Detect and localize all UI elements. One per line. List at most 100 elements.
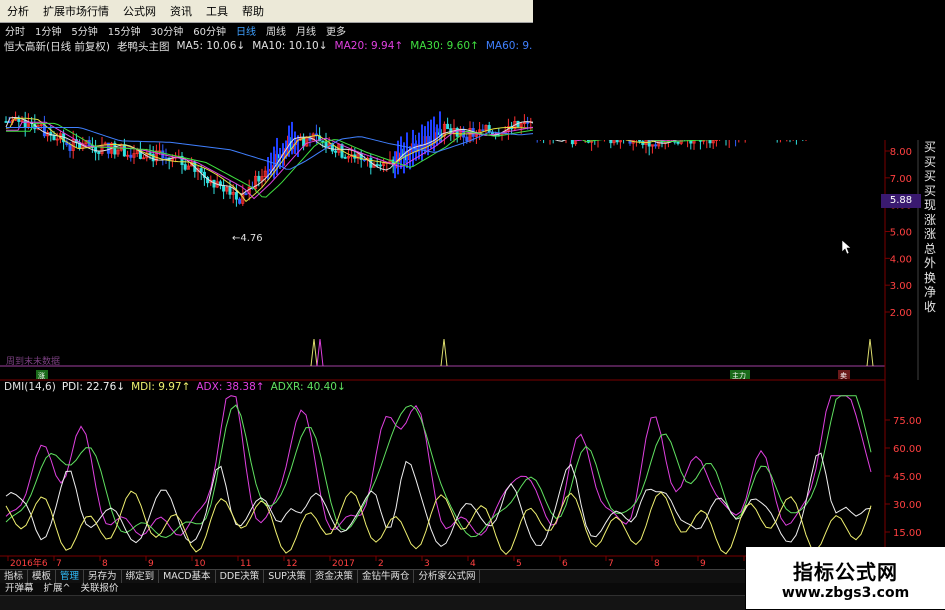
- dmi-tick-label: 75.00: [893, 416, 922, 427]
- dmi-title-bar: DMI(14,6) PDI: 22.76↓ MDI: 9.97↑ ADX: 38…: [4, 381, 346, 395]
- price-tick-label: 8.00: [890, 147, 912, 158]
- date-tick-label: 12: [286, 559, 297, 569]
- indicator-tab-0[interactable]: 指标: [0, 570, 29, 584]
- candle-body: [343, 156, 347, 159]
- indicator-tab-2[interactable]: 管理: [56, 570, 85, 584]
- side-label-11: 收: [923, 299, 936, 314]
- date-tick-label: 6: [562, 559, 568, 569]
- candle-body: [68, 144, 72, 151]
- secondary-tab-1[interactable]: 扩展^: [39, 583, 76, 595]
- side-label-4: 现: [923, 198, 936, 212]
- side-label-3: 买: [923, 183, 936, 198]
- date-tick-label: 8: [654, 559, 660, 569]
- indicator-tab-7[interactable]: SUP决策: [264, 570, 311, 584]
- mouse-cursor-icon: [841, 239, 852, 255]
- candle-body: [183, 164, 187, 170]
- candle-body: [238, 198, 242, 204]
- dmi-pdi: PDI: 22.76↓: [61, 381, 126, 393]
- side-label-2: 买: [923, 169, 936, 183]
- candle-body: [228, 187, 232, 195]
- date-tick-label: 7: [608, 559, 614, 569]
- candle-body: [321, 140, 325, 143]
- candle-body: [526, 121, 530, 124]
- side-label-10: 净: [923, 285, 936, 299]
- candle-body: [94, 147, 98, 153]
- candle-body: [129, 154, 133, 158]
- date-tick-label: 9: [700, 559, 706, 569]
- indicator-tab-4[interactable]: 绑定到: [122, 570, 160, 584]
- indicator-tab-10[interactable]: 分析家公式网: [414, 570, 481, 584]
- date-tick-label: 2: [378, 559, 384, 569]
- candle-body: [257, 175, 261, 182]
- candle-body: [375, 164, 379, 166]
- signal-badge-text: 主力: [732, 371, 746, 380]
- price-tick-label: 4.00: [890, 254, 912, 265]
- dmi-tick-label: 45.00: [893, 472, 922, 483]
- signal-spike: [440, 338, 448, 367]
- indicator-tab-5[interactable]: MACD基本: [159, 570, 216, 584]
- candle-body: [481, 129, 485, 132]
- candle-body: [334, 150, 338, 153]
- dmi-mdi: MDI: 9.97↑: [131, 381, 191, 393]
- date-tick-label: 4: [470, 559, 476, 569]
- side-label-1: 买: [923, 154, 936, 169]
- low-price-label: ←4.76: [232, 233, 263, 244]
- current-price-marker: 5.88: [881, 194, 921, 208]
- candle-body: [244, 193, 248, 195]
- candle-body: [234, 192, 238, 200]
- candle-body: [676, 141, 680, 144]
- mdi-line: [5, 490, 872, 556]
- candle-body: [97, 151, 101, 154]
- candle-body: [487, 125, 491, 133]
- side-label-8: 外: [923, 256, 936, 270]
- indicator-tab-3[interactable]: 另存为: [84, 570, 122, 584]
- candle-body: [122, 144, 126, 157]
- price-tick-label: 3.00: [890, 281, 912, 292]
- price-tick-label: 2.00: [890, 308, 912, 319]
- secondary-tab-2[interactable]: 关联报价: [75, 583, 123, 595]
- price-tick-label: 5.00: [890, 228, 912, 239]
- candle-body: [446, 123, 450, 130]
- indicator-tab-8[interactable]: 资金决策: [311, 570, 358, 584]
- dmi-adx: ADX: 38.38↑: [196, 381, 265, 393]
- indicator-tab-1[interactable]: 模板: [28, 570, 57, 584]
- redacted-area: [533, 0, 945, 140]
- candle-body: [164, 157, 168, 160]
- signal-spike: [316, 338, 324, 367]
- dmi-tick-label: 60.00: [893, 444, 922, 455]
- candle-body: [23, 120, 27, 128]
- side-label-5: 涨: [923, 212, 936, 227]
- signal-badge-text: 涨: [38, 371, 45, 380]
- signal-label: 周到末未数据: [6, 355, 60, 367]
- dmi-tick-label: 30.00: [893, 500, 922, 511]
- secondary-tab-0[interactable]: 开弹幕: [0, 583, 39, 595]
- candle-body: [42, 124, 46, 137]
- dmi-adxr: ADXR: 40.40↓: [270, 381, 346, 393]
- indicator-tab-9[interactable]: 金钻牛两仓: [358, 570, 415, 584]
- date-tick-label: 9: [148, 559, 154, 569]
- dmi-tick-label: 15.00: [893, 528, 922, 539]
- status-bar: [0, 595, 745, 610]
- secondary-tabs: 开弹幕 扩展^ 关联报价: [0, 583, 745, 595]
- signal-badge-text: 卖: [840, 372, 847, 380]
- date-tick-label: 8: [102, 559, 108, 569]
- side-label-6: 涨: [923, 227, 936, 241]
- watermark: 指标公式网 www.zbgs3.com: [746, 547, 945, 609]
- candle-body: [52, 134, 56, 141]
- date-tick-label: 2017: [332, 559, 355, 569]
- side-label-7: 总: [923, 241, 936, 256]
- candle-body: [222, 185, 226, 192]
- candle-body: [654, 144, 658, 147]
- side-label-0: 买: [923, 140, 936, 154]
- signal-spike: [310, 338, 318, 367]
- date-tick-label: 2016年6: [10, 557, 48, 569]
- indicator-tabs: 指标 模板 管理 另存为 绑定到 MACD基本 DDE决策 SUP决策 资金决策 金钻牛两仓 分析家…: [0, 569, 745, 584]
- date-tick-label: 7: [56, 559, 62, 569]
- dmi-name[interactable]: DMI(14,6): [4, 381, 56, 395]
- indicator-tab-6[interactable]: DDE决策: [216, 570, 265, 584]
- watermark-title: 指标公式网: [793, 559, 898, 584]
- date-tick-label: 5: [516, 559, 522, 569]
- candle-body: [378, 164, 382, 167]
- watermark-url: www.zbgs3.com: [781, 584, 910, 601]
- date-tick-label: 11: [240, 559, 251, 569]
